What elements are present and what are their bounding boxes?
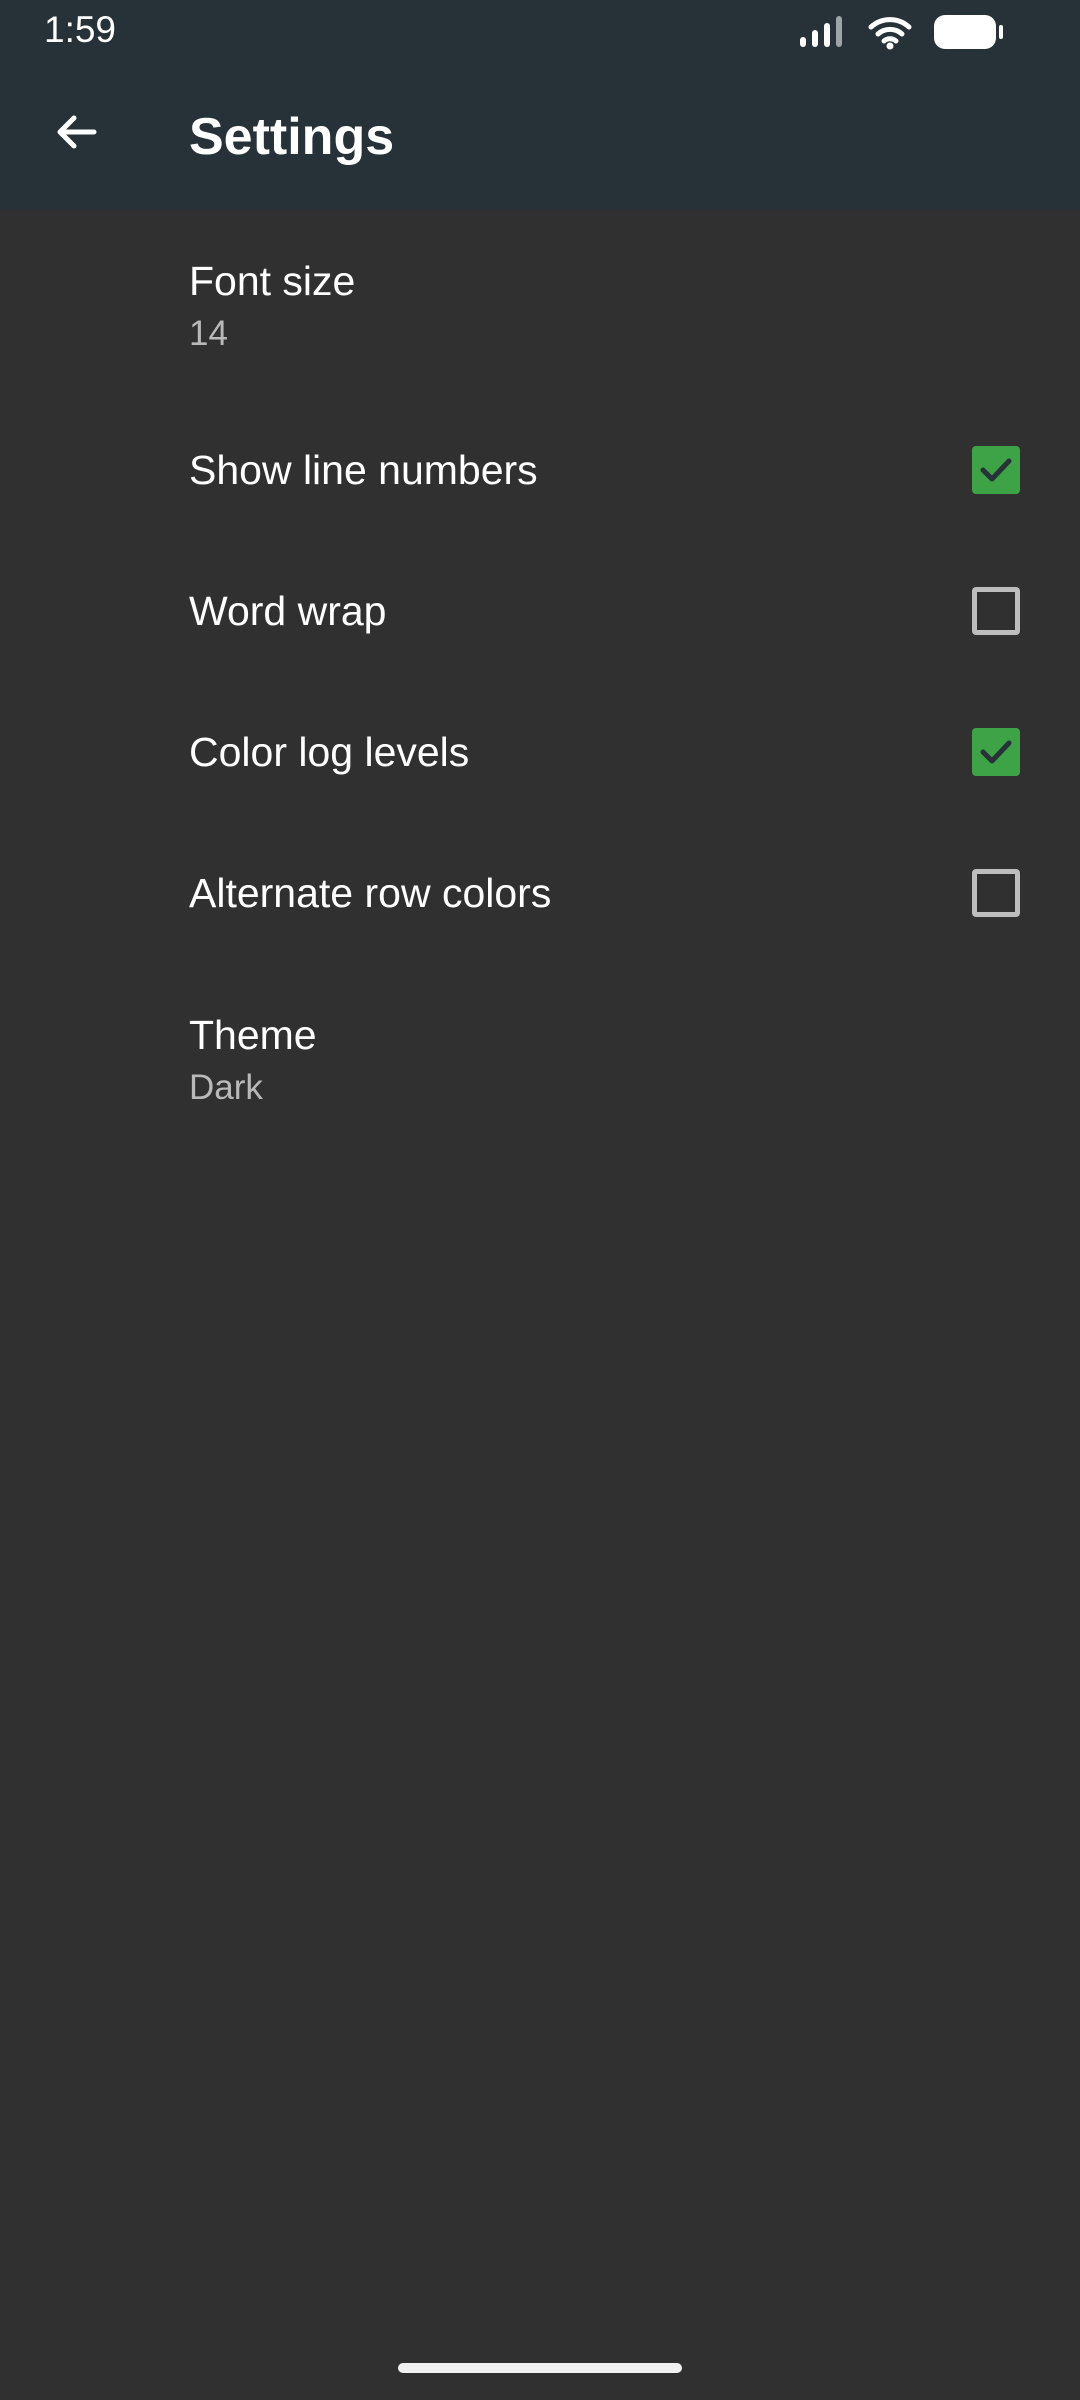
setting-color-log-levels[interactable]: Color log levels bbox=[0, 682, 1080, 823]
setting-alternate-row-colors[interactable]: Alternate row colors bbox=[0, 823, 1080, 964]
status-icons bbox=[798, 12, 1004, 52]
setting-title: Alternate row colors bbox=[189, 870, 552, 916]
home-indicator[interactable] bbox=[398, 2363, 682, 2373]
back-button[interactable] bbox=[40, 98, 112, 170]
setting-theme[interactable]: Theme Dark bbox=[0, 964, 1080, 1154]
show-line-numbers-checkbox[interactable] bbox=[972, 446, 1020, 494]
setting-show-line-numbers[interactable]: Show line numbers bbox=[0, 400, 1080, 541]
alternate-row-colors-checkbox[interactable] bbox=[972, 869, 1020, 917]
setting-title: Color log levels bbox=[189, 729, 470, 775]
signal-icon bbox=[798, 15, 846, 49]
setting-title: Word wrap bbox=[189, 588, 387, 634]
setting-word-wrap[interactable]: Word wrap bbox=[0, 541, 1080, 682]
setting-summary: 14 bbox=[189, 314, 228, 353]
settings-screen: 1:59 Settings Font size 14 Show line num… bbox=[0, 0, 1080, 2400]
wifi-icon bbox=[868, 14, 912, 50]
page-title: Settings bbox=[189, 108, 395, 166]
battery-icon bbox=[934, 15, 1004, 49]
color-log-levels-checkbox[interactable] bbox=[972, 728, 1020, 776]
word-wrap-checkbox[interactable] bbox=[972, 587, 1020, 635]
status-time: 1:59 bbox=[44, 9, 117, 50]
setting-title: Font size bbox=[189, 258, 356, 304]
setting-font-size[interactable]: Font size 14 bbox=[0, 210, 1080, 400]
setting-title: Show line numbers bbox=[189, 447, 538, 493]
setting-summary: Dark bbox=[189, 1068, 263, 1107]
check-icon bbox=[980, 740, 1012, 764]
settings-list: Font size 14 Show line numbers Word wrap… bbox=[0, 210, 1080, 1154]
arrow-back-icon bbox=[52, 108, 100, 161]
check-icon bbox=[980, 458, 1012, 482]
app-toolbar: 1:59 Settings bbox=[0, 0, 1080, 210]
setting-title: Theme bbox=[189, 1012, 317, 1058]
